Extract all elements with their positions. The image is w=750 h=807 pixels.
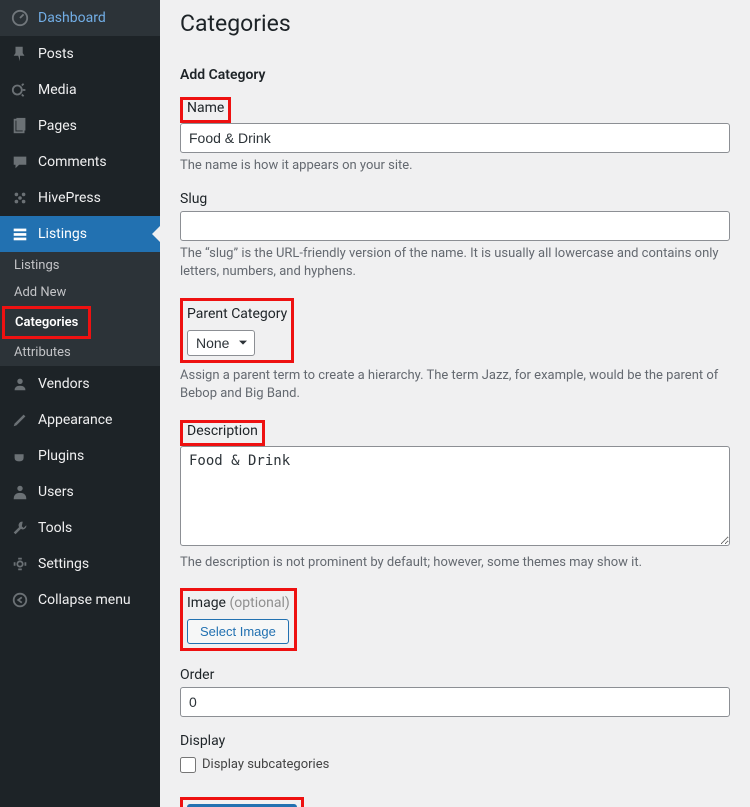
sidebar-item-label: Collapse menu (38, 592, 131, 608)
parent-help: Assign a parent term to create a hierarc… (180, 367, 730, 403)
sidebar-item-settings[interactable]: Settings (0, 546, 160, 582)
select-image-button[interactable]: Select Image (187, 619, 289, 644)
sidebar-item-label: Plugins (38, 448, 84, 464)
display-subcategories-checkbox[interactable] (180, 757, 196, 773)
collapse-icon (10, 590, 30, 610)
sidebar-item-label: Settings (38, 556, 89, 572)
submenu-item-categories[interactable]: Categories (2, 306, 91, 339)
name-label: Name (187, 100, 224, 116)
sidebar-item-label: Dashboard (38, 10, 106, 26)
sidebar-item-plugins[interactable]: Plugins (0, 438, 160, 474)
sidebar-item-hivepress[interactable]: HivePress (0, 180, 160, 216)
listings-submenu: Listings Add New Categories Attributes (0, 252, 160, 366)
page-icon (10, 116, 30, 136)
slug-help: The “slug” is the URL-friendly version o… (180, 245, 730, 281)
sidebar-item-label: Users (38, 484, 74, 500)
user-icon (10, 374, 30, 394)
parent-label: Parent Category (187, 305, 287, 325)
wrench-icon (10, 518, 30, 538)
sidebar-item-vendors[interactable]: Vendors (0, 366, 160, 402)
sidebar-item-users[interactable]: Users (0, 474, 160, 510)
parent-select[interactable]: None (187, 330, 255, 356)
order-input[interactable] (180, 687, 730, 717)
sidebar-item-comments[interactable]: Comments (0, 144, 160, 180)
display-checkbox-label: Display subcategories (202, 757, 329, 772)
dashboard-icon (10, 8, 30, 28)
section-title: Add Category (180, 67, 730, 83)
gear-icon (10, 554, 30, 574)
pin-icon (10, 44, 30, 64)
page-title: Categories (180, 10, 730, 37)
sidebar-item-label: Vendors (38, 376, 90, 392)
submenu-item-listings[interactable]: Listings (0, 252, 160, 279)
sidebar-item-label: Tools (38, 520, 72, 536)
plug-icon (10, 446, 30, 466)
sidebar-item-label: Comments (38, 154, 107, 170)
field-description: Description The description is not promi… (180, 420, 730, 572)
sidebar-item-collapse[interactable]: Collapse menu (0, 582, 160, 618)
sidebar-item-label: Posts (38, 46, 74, 62)
field-image: Image (optional) Select Image (180, 588, 730, 651)
slug-input[interactable] (180, 211, 730, 241)
description-help: The description is not prominent by defa… (180, 554, 730, 572)
sidebar-item-label: Pages (38, 118, 77, 134)
order-label: Order (180, 667, 214, 683)
sidebar-item-pages[interactable]: Pages (0, 108, 160, 144)
sidebar-item-media[interactable]: Media (0, 72, 160, 108)
admin-sidebar: Dashboard Posts Media Pages Comments Hiv… (0, 0, 160, 807)
brush-icon (10, 410, 30, 430)
sidebar-item-tools[interactable]: Tools (0, 510, 160, 546)
sidebar-item-label: Listings (38, 226, 87, 242)
description-textarea[interactable] (180, 446, 730, 546)
sidebar-item-posts[interactable]: Posts (0, 36, 160, 72)
submenu-item-attributes[interactable]: Attributes (0, 339, 160, 366)
sidebar-item-label: Appearance (38, 412, 112, 428)
users-icon (10, 482, 30, 502)
field-parent: Parent Category None Assign a parent ter… (180, 298, 730, 404)
image-label: Image (optional) (187, 595, 290, 611)
name-input[interactable] (180, 123, 730, 153)
display-label: Display (180, 733, 225, 749)
description-label: Description (187, 423, 258, 439)
main-content: Categories Add Category Name The name is… (160, 0, 750, 807)
field-order: Order (180, 667, 730, 717)
field-display: Display Display subcategories (180, 733, 730, 773)
hive-icon (10, 188, 30, 208)
sidebar-item-label: Media (38, 82, 77, 98)
name-help: The name is how it appears on your site. (180, 157, 730, 175)
slug-label: Slug (180, 191, 207, 207)
sidebar-item-dashboard[interactable]: Dashboard (0, 0, 160, 36)
sidebar-item-listings[interactable]: Listings (0, 216, 160, 252)
media-icon (10, 80, 30, 100)
field-name: Name The name is how it appears on your … (180, 97, 730, 175)
submenu-item-add-new[interactable]: Add New (0, 279, 160, 306)
comment-icon (10, 152, 30, 172)
sidebar-item-label: HivePress (38, 190, 101, 206)
field-slug: Slug The “slug” is the URL-friendly vers… (180, 191, 730, 281)
sidebar-item-appearance[interactable]: Appearance (0, 402, 160, 438)
list-icon (10, 224, 30, 244)
